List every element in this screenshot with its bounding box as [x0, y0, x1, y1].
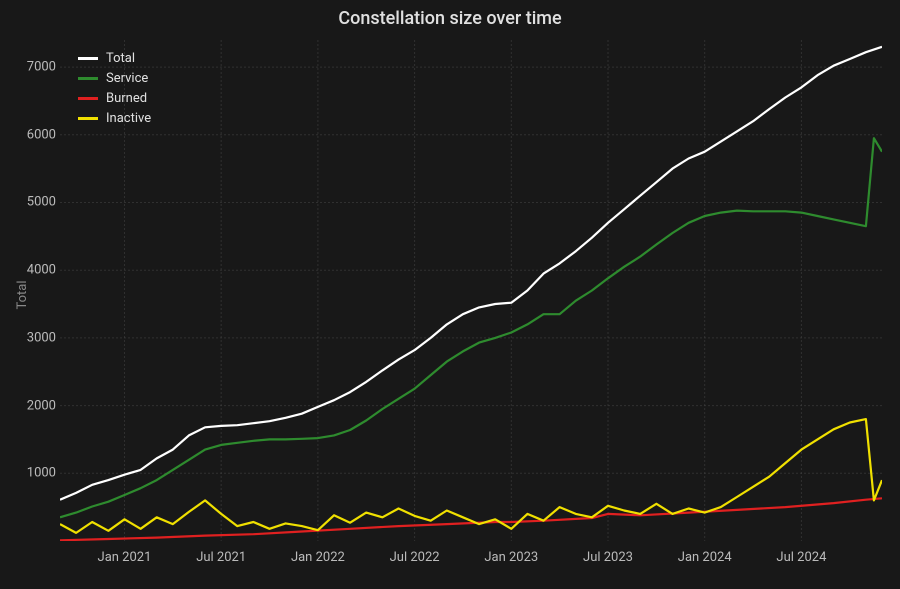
plot-area[interactable]	[60, 40, 882, 541]
legend-item-inactive[interactable]: Inactive	[78, 108, 151, 128]
chart-title: Constellation size over time	[0, 8, 900, 29]
x-tick-label: Jul 2024	[776, 550, 826, 565]
legend-label: Service	[106, 71, 148, 86]
x-tick-label: Jul 2022	[390, 550, 440, 565]
legend-item-burned[interactable]: Burned	[78, 88, 151, 108]
x-tick-label: Jul 2021	[196, 550, 246, 565]
legend-swatch	[78, 117, 98, 120]
y-axis-label: Total	[15, 280, 30, 309]
x-tick-label: Jan 2023	[484, 550, 538, 565]
y-tick-label: 4000	[6, 263, 56, 278]
y-tick-label: 6000	[6, 127, 56, 142]
legend-label: Inactive	[106, 111, 151, 126]
chart-svg[interactable]	[60, 40, 882, 541]
series-service[interactable]	[60, 138, 882, 517]
y-tick-label: 5000	[6, 195, 56, 210]
series-burned[interactable]	[60, 498, 882, 540]
y-tick-label: 1000	[6, 466, 56, 481]
x-tick-label: Jan 2022	[291, 550, 345, 565]
legend-item-service[interactable]: Service	[78, 68, 151, 88]
x-tick-label: Jul 2023	[583, 550, 633, 565]
legend-item-total[interactable]: Total	[78, 48, 151, 68]
x-tick-label: Jan 2021	[98, 550, 152, 565]
legend-swatch	[78, 57, 98, 60]
legend: Total Service Burned Inactive	[78, 48, 151, 128]
y-tick-label: 7000	[6, 60, 56, 75]
series-total[interactable]	[60, 47, 882, 500]
legend-label: Total	[106, 51, 135, 66]
y-tick-label: 2000	[6, 398, 56, 413]
legend-swatch	[78, 77, 98, 80]
x-tick-label: Jan 2024	[678, 550, 732, 565]
chart-container: Constellation size over time Total Total…	[0, 0, 900, 589]
legend-swatch	[78, 97, 98, 100]
y-tick-label: 3000	[6, 330, 56, 345]
legend-label: Burned	[106, 91, 147, 106]
series-inactive[interactable]	[60, 419, 882, 533]
